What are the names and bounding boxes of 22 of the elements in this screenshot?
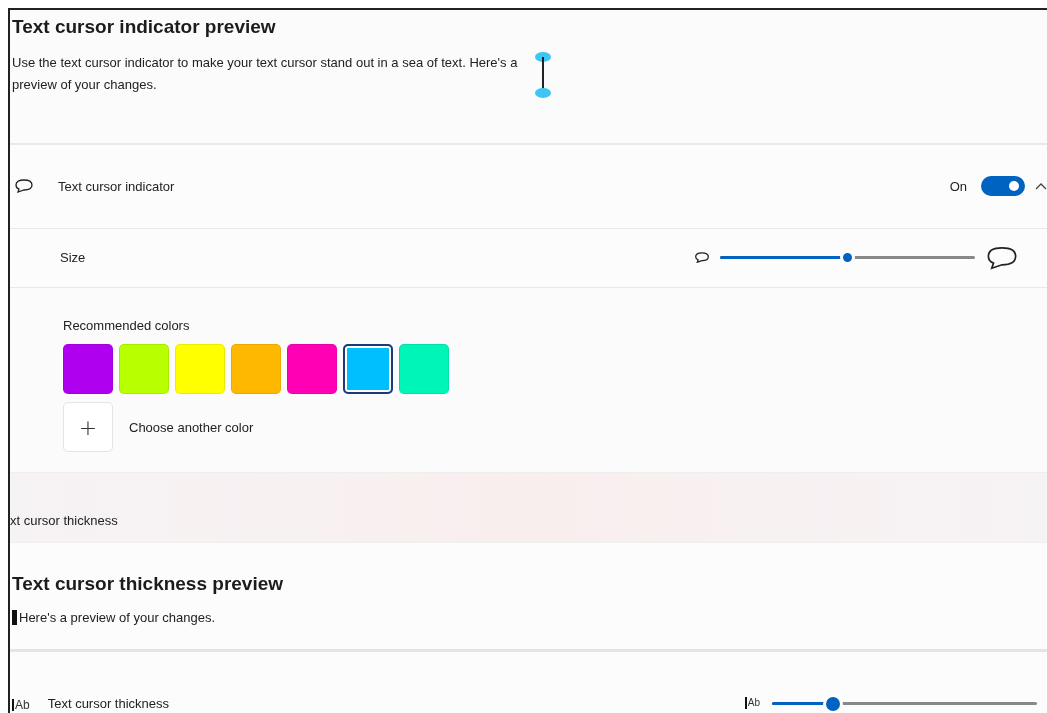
add-color-button[interactable]: + bbox=[63, 402, 113, 453]
chevron-icon[interactable] bbox=[1035, 182, 1047, 191]
choose-color-label: Choose another color bbox=[129, 419, 254, 435]
preview-title: Text cursor indicator preview bbox=[12, 16, 277, 38]
size-label: Size bbox=[60, 250, 87, 266]
small-bubble-icon bbox=[694, 252, 710, 264]
toggle-switch[interactable] bbox=[981, 176, 1025, 197]
setting-label: Text cursor indicator bbox=[58, 178, 176, 194]
thickness-label: Text cursor thickness bbox=[47, 696, 171, 711]
color-swatch[interactable] bbox=[343, 344, 393, 395]
thickness-slider[interactable] bbox=[772, 697, 1037, 711]
speech-bubble-icon bbox=[14, 179, 34, 194]
text-cursor-icon bbox=[12, 609, 17, 625]
toggle-state: On bbox=[949, 178, 967, 194]
preview-description: Use the text cursor indicator to make your text cursor stand out in a sea of text. Here's a preview of your changes. bbox=[12, 54, 519, 94]
cursor-indicator-drawing bbox=[534, 52, 552, 98]
size-slider[interactable] bbox=[720, 253, 975, 263]
preview-title: Text cursor thickness preview bbox=[12, 572, 285, 595]
colors-label: Recommended colors bbox=[63, 318, 190, 334]
preview-description: Here's a preview of your changes. bbox=[19, 608, 216, 627]
large-bubble-icon bbox=[985, 245, 1019, 270]
section-header: xt cursor thickness bbox=[10, 512, 118, 528]
